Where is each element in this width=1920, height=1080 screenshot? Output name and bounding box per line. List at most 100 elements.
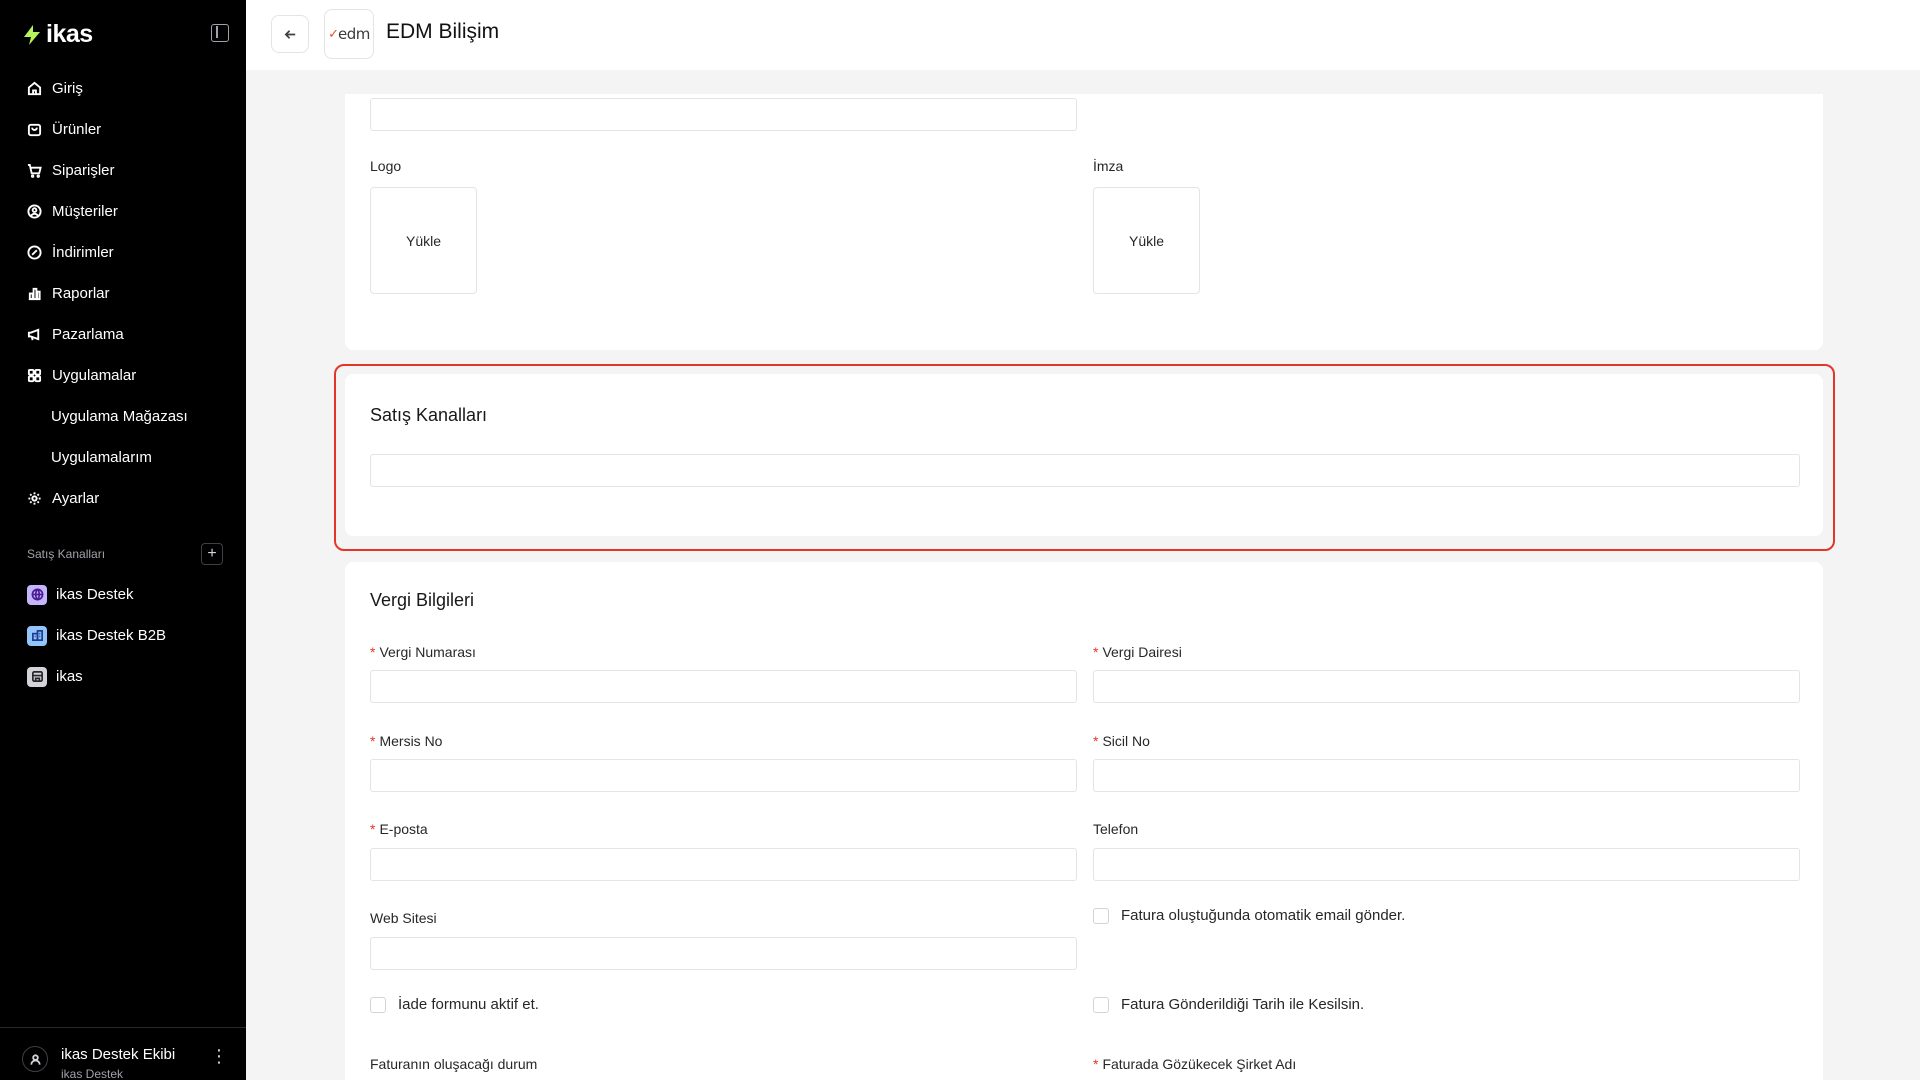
registry-input[interactable] [1093, 759, 1800, 792]
sidebar-item-pazarlama[interactable]: Pazarlama [0, 314, 246, 355]
sidebar-item-label: Siparişler [52, 162, 115, 179]
sidebar-item-label: Uygulamalar [52, 367, 137, 384]
mersis-label-text: Mersis No [379, 733, 443, 749]
auto-email-checkbox[interactable] [1093, 907, 1109, 924]
highlight-frame [334, 364, 1835, 551]
sales-channels-heading-label: Satış Kanalları [27, 547, 106, 561]
mersis-input[interactable] [370, 759, 1077, 792]
sidebar-item-label: Giriş [52, 80, 83, 97]
sidebar-item-siparisler[interactable]: Siparişler [0, 150, 246, 191]
tax-office-label: * Vergi Dairesi [1093, 644, 1182, 660]
sidebar-item-uygulamalarim[interactable]: Uygulamalarım [0, 437, 246, 478]
tax-number-label-text: Vergi Numarası [379, 644, 476, 660]
branding-card: Logo Yükle İmza Yükle [345, 94, 1823, 350]
return-form-label: İade formunu aktif et. [398, 996, 539, 1013]
megaphone-icon [27, 327, 42, 342]
brand-logo[interactable]: ikas [22, 20, 93, 49]
logo-label: Logo [370, 158, 402, 174]
sidebar-item-label: İndirimler [52, 244, 114, 261]
discount-icon [27, 245, 42, 260]
gear-icon [27, 491, 42, 506]
user-circle-icon [27, 204, 42, 219]
send-date-checkbox[interactable] [1093, 996, 1109, 1013]
main-nav: Giriş Ürünler Siparişler Müşteriler İndi… [0, 68, 246, 519]
logo-upload-button[interactable]: Yükle [370, 187, 477, 294]
email-field[interactable] [370, 848, 1077, 881]
return-form-checkbox[interactable] [370, 996, 386, 1013]
sidebar-item-label: Ayarlar [52, 490, 100, 507]
more-menu-icon[interactable]: ⋮ [210, 1046, 228, 1066]
sidebar-item-label: Ürünler [52, 121, 102, 138]
user-icon [22, 1046, 48, 1072]
signature-label: İmza [1093, 158, 1124, 174]
sidebar-item-ayarlar[interactable]: Ayarlar [0, 478, 246, 519]
box-icon [27, 122, 42, 137]
registry-label-text: Sicil No [1102, 733, 1150, 749]
sidebar-item-giris[interactable]: Giriş [0, 68, 246, 109]
home-icon [27, 81, 42, 96]
auto-email-option[interactable]: Fatura oluştuğunda otomatik email gönder… [1093, 907, 1405, 924]
phone-field[interactable] [1093, 848, 1800, 881]
page-header: ✓ edm EDM Bilişim [246, 0, 1920, 70]
sidebar-item-uygulamalar[interactable]: Uygulamalar [0, 355, 246, 396]
sidebar-collapse-icon[interactable] [211, 24, 229, 42]
required-mark: * [1093, 1056, 1099, 1072]
sales-channels-heading: Satış Kanalları + [27, 543, 223, 565]
sidebar: ikas Giriş Ürünler Siparişler Müşteriler… [0, 0, 246, 1080]
required-mark: * [1093, 733, 1099, 749]
channel-item-ikas[interactable]: ikas [0, 656, 246, 697]
sidebar-item-raporlar[interactable]: Raporlar [0, 273, 246, 314]
signature-upload-button[interactable]: Yükle [1093, 187, 1200, 294]
text-input[interactable] [370, 98, 1077, 131]
user-store: ikas Destek [61, 1067, 124, 1080]
channel-item-ikas-destek-b2b[interactable]: ikas Destek B2B [0, 615, 246, 656]
required-mark: * [370, 733, 376, 749]
website-field[interactable] [370, 937, 1077, 970]
tax-number-input[interactable] [370, 670, 1077, 703]
email-label: * E-posta [370, 821, 428, 837]
company-name-label-text: Faturada Gözükecek Şirket Adı [1102, 1056, 1297, 1072]
bolt-icon [24, 24, 40, 45]
channel-label: ikas Destek [56, 586, 134, 603]
tax-office-label-text: Vergi Dairesi [1102, 644, 1182, 660]
app-logo-text: edm [338, 25, 370, 43]
page-title: EDM Bilişim [386, 20, 500, 43]
auto-email-label: Fatura oluştuğunda otomatik email gönder… [1121, 907, 1406, 924]
email-label-text: E-posta [379, 821, 428, 837]
sidebar-item-label: Uygulama Mağazası [51, 408, 188, 425]
arrow-left-icon [284, 29, 295, 39]
sidebar-item-label: Pazarlama [52, 326, 124, 343]
back-button[interactable] [271, 15, 309, 53]
brand-name: ikas [46, 20, 93, 48]
send-date-option[interactable]: Fatura Gönderildiği Tarih ile Kesilsin. [1093, 996, 1364, 1013]
tax-office-input[interactable] [1093, 670, 1800, 703]
required-mark: * [370, 644, 376, 660]
channel-label: ikas [56, 668, 83, 685]
tax-info-card: Vergi Bilgileri * Vergi Numarası * Vergi D… [345, 562, 1823, 1080]
sidebar-item-label: Müşteriler [52, 203, 118, 220]
required-mark: * [1093, 644, 1099, 660]
add-channel-button[interactable]: + [201, 543, 223, 565]
channel-label: ikas Destek B2B [56, 627, 167, 644]
tax-number-label: * Vergi Numarası [370, 644, 476, 660]
website-label: Web Sitesi [370, 910, 437, 926]
user-footer[interactable]: ikas Destek Ekibi ikas Destek ⋮ [0, 1027, 246, 1080]
sidebar-item-indirimler[interactable]: İndirimler [0, 232, 246, 273]
store-icon [27, 666, 47, 687]
user-name: ikas Destek Ekibi [61, 1046, 176, 1063]
sidebar-item-musteriler[interactable]: Müşteriler [0, 191, 246, 232]
send-date-label: Fatura Gönderildiği Tarih ile Kesilsin. [1121, 996, 1365, 1013]
mersis-label: * Mersis No [370, 733, 442, 749]
return-form-option[interactable]: İade formunu aktif et. [370, 996, 539, 1013]
company-name-label: * Faturada Gözükecek Şirket Adı [1093, 1056, 1296, 1072]
channel-item-ikas-destek[interactable]: ikas Destek [0, 574, 246, 615]
sidebar-item-label: Uygulamalarım [51, 449, 152, 466]
cart-icon [27, 163, 42, 178]
tax-info-title: Vergi Bilgileri [370, 590, 475, 610]
registry-label: * Sicil No [1093, 733, 1150, 749]
phone-label: Telefon [1093, 821, 1139, 837]
grid-icon [27, 368, 42, 383]
globe-icon [27, 584, 47, 605]
sidebar-item-urunler[interactable]: Ürünler [0, 109, 246, 150]
sidebar-item-uygulama-magazasi[interactable]: Uygulama Mağazası [0, 396, 246, 437]
